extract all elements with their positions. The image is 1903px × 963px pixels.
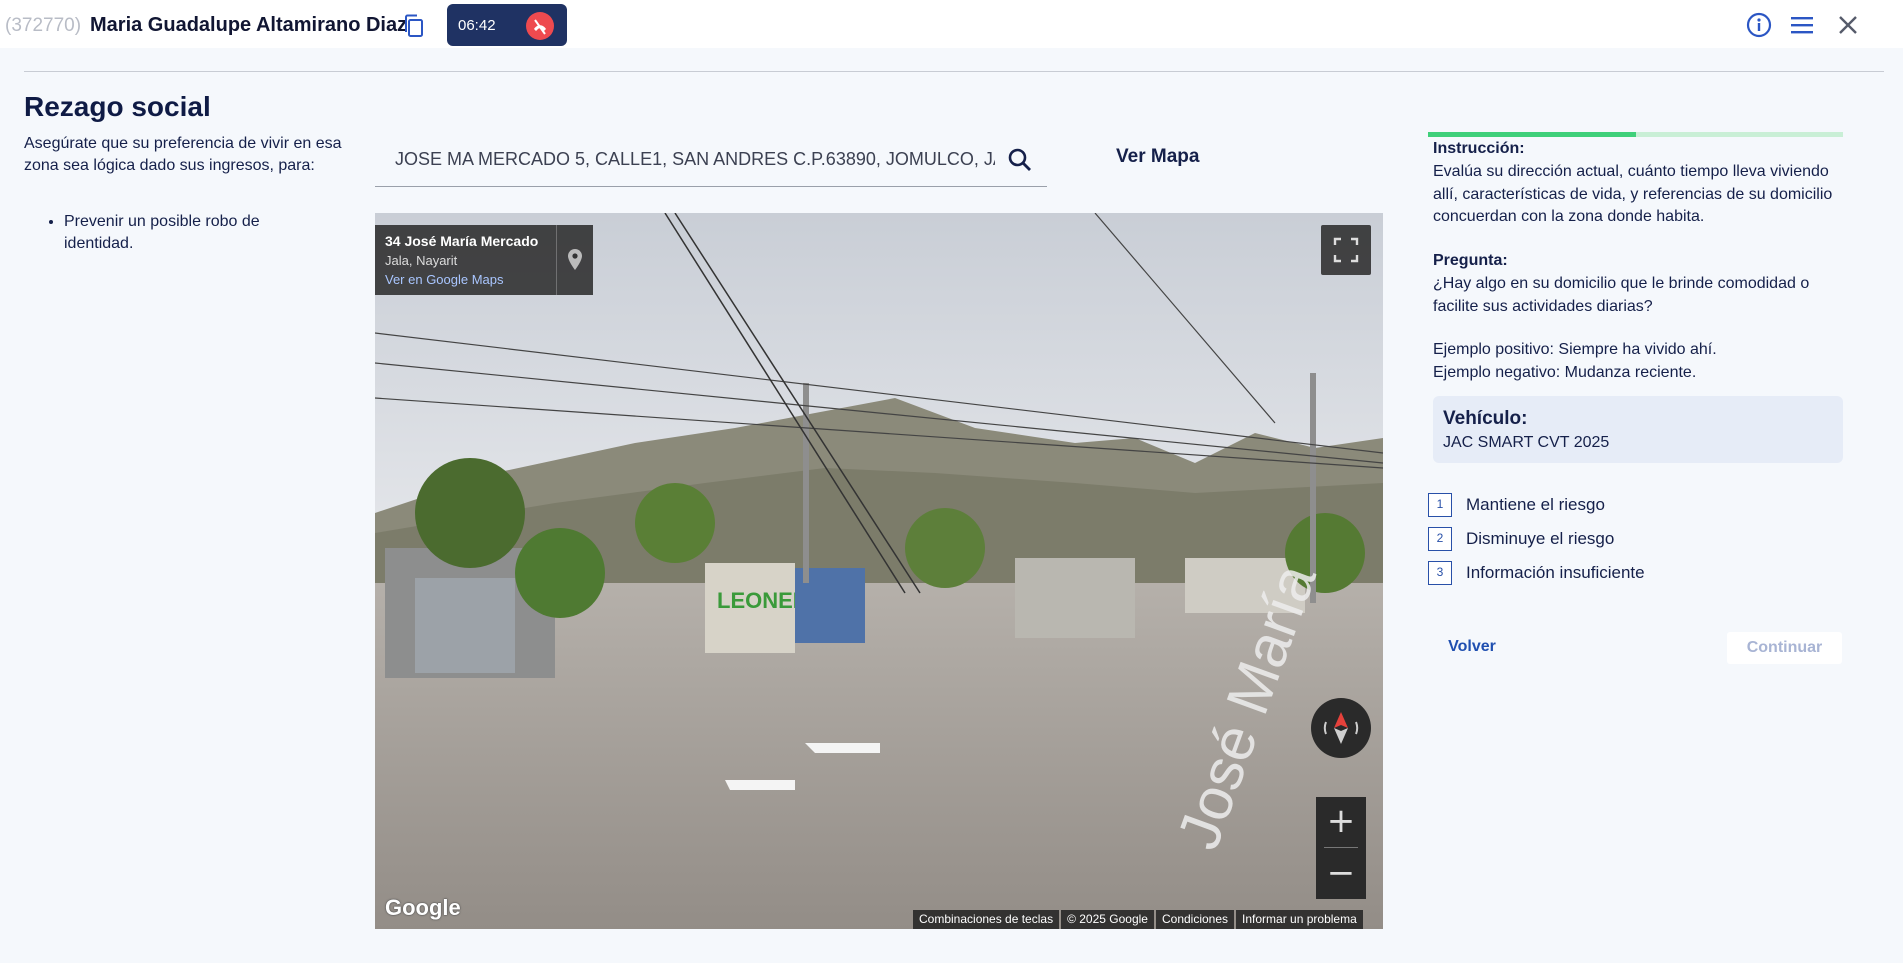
- street-view-panel[interactable]: LEONEL José María 34 José María Mercado …: [375, 213, 1383, 929]
- question-title: Pregunta:: [1433, 252, 1508, 269]
- example-positive: Ejemplo positivo: Siempre ha vivido ahí.: [1433, 341, 1717, 358]
- bullet-list: Prevenir un posible robo de identidad.: [64, 211, 324, 255]
- google-logo: Google: [385, 895, 461, 920]
- option-label: Disminuye el riesgo: [1466, 529, 1615, 548]
- progress-fill: [1428, 132, 1636, 137]
- call-timer: 06:42: [447, 4, 567, 46]
- menu-icon[interactable]: [1788, 12, 1816, 38]
- address-input[interactable]: [395, 149, 995, 170]
- timer-value: 06:42: [458, 17, 496, 34]
- instruction-title: Instrucción:: [1433, 140, 1525, 157]
- option-label: Información insuficiente: [1466, 563, 1645, 582]
- copyright-text: © 2025 Google: [1061, 910, 1154, 929]
- zoom-control: + −: [1316, 797, 1366, 899]
- vehicle-card: Vehículo: JAC SMART CVT 2025: [1433, 396, 1843, 463]
- option-label: Mantiene el riesgo: [1466, 495, 1605, 514]
- example-negative: Ejemplo negativo: Mudanza reciente.: [1433, 364, 1697, 381]
- info-icon[interactable]: [1745, 12, 1773, 38]
- hangup-icon[interactable]: [526, 12, 554, 40]
- zoom-in-button[interactable]: +: [1316, 797, 1366, 847]
- keyboard-shortcuts-link[interactable]: Combinaciones de teclas: [913, 910, 1060, 929]
- record-id: (372770): [5, 15, 82, 36]
- google-maps-link[interactable]: Ver en Google Maps: [385, 272, 504, 287]
- instruction-text: Evalúa su dirección actual, cuánto tiemp…: [1433, 163, 1833, 225]
- client-name: Maria Guadalupe Altamirano Diaz: [90, 14, 408, 36]
- progress-bar: [1428, 132, 1843, 137]
- location-subtitle: Jala, Nayarit: [385, 253, 458, 268]
- vehicle-value: JAC SMART CVT 2025: [1443, 434, 1610, 451]
- page-title: Rezago social: [24, 91, 211, 122]
- option-decreases-risk[interactable]: 2 Disminuye el riesgo: [1428, 527, 1728, 551]
- location-title: 34 José María Mercado: [385, 233, 539, 249]
- option-key: 3: [1428, 561, 1452, 585]
- card-divider: [556, 225, 557, 295]
- fullscreen-icon[interactable]: [1321, 225, 1371, 275]
- zoom-divider: [1324, 847, 1358, 848]
- question-text: ¿Hay algo en su domicilio que le brinde …: [1433, 275, 1810, 315]
- report-problem-link[interactable]: Informar un problema: [1236, 910, 1363, 929]
- back-button[interactable]: Volver: [1428, 631, 1516, 663]
- close-icon[interactable]: [1834, 12, 1862, 38]
- vehicle-title: Vehículo:: [1443, 408, 1528, 429]
- location-card: 34 José María Mercado Jala, Nayarit Ver …: [375, 225, 593, 295]
- terms-link[interactable]: Condiciones: [1155, 910, 1235, 929]
- map-footer: Combinaciones de teclas © 2025 Google Co…: [911, 910, 1363, 929]
- option-insufficient-info[interactable]: 3 Información insuficiente: [1428, 561, 1728, 585]
- street-view-image: LEONEL José María: [375, 213, 1383, 929]
- map-pin-icon[interactable]: [564, 247, 586, 273]
- list-item: Prevenir un posible robo de identidad.: [64, 211, 324, 255]
- option-maintains-risk[interactable]: 1 Mantiene el riesgo: [1428, 493, 1728, 517]
- section-description: Asegúrate que su preferencia de vivir en…: [24, 135, 342, 174]
- search-icon[interactable]: [1007, 147, 1033, 173]
- svg-text:LEONEL: LEONEL: [717, 588, 806, 613]
- header-divider: [24, 71, 1884, 72]
- option-key: 2: [1428, 527, 1452, 551]
- top-bar: (372770) Maria Guadalupe Altamirano Diaz…: [0, 0, 1903, 48]
- option-key: 1: [1428, 493, 1452, 517]
- view-map-link[interactable]: Ver Mapa: [1116, 146, 1199, 168]
- continue-button[interactable]: Continuar: [1727, 632, 1842, 664]
- copy-icon[interactable]: [403, 14, 425, 38]
- address-search: [375, 137, 1047, 187]
- compass-icon[interactable]: [1311, 698, 1371, 758]
- zoom-out-button[interactable]: −: [1316, 849, 1366, 899]
